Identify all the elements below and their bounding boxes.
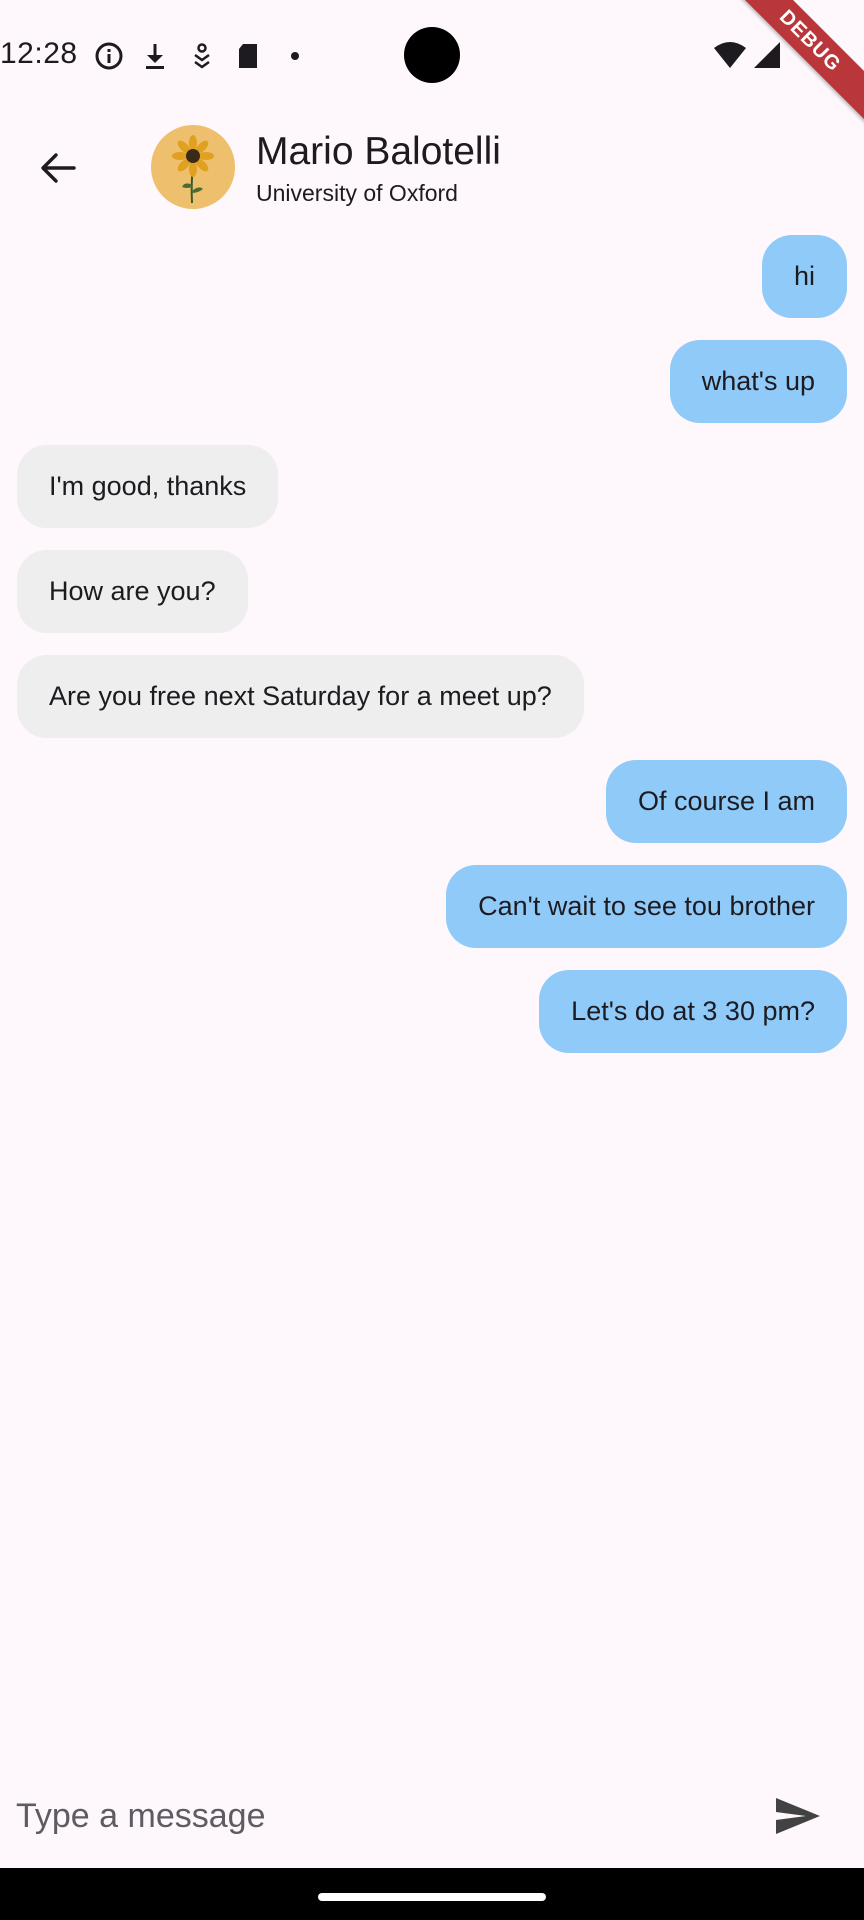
chat-screen: 12:28 DEBUG Mario Balotelli University o… — [0, 0, 864, 1920]
chat-header: Mario Balotelli University of Oxford — [0, 110, 864, 228]
message-row: Are you free next Saturday for a meet up… — [0, 655, 864, 760]
sent-message-bubble[interactable]: what's up — [669, 340, 847, 423]
send-icon — [776, 1798, 820, 1834]
dot-icon — [279, 40, 311, 72]
system-nav-bar — [0, 1868, 864, 1920]
message-row: I'm good, thanks — [0, 445, 864, 550]
signal-icon — [750, 40, 784, 72]
status-time: 12:28 — [0, 37, 78, 70]
sent-message-bubble[interactable]: Can't wait to see tou brother — [446, 865, 847, 948]
app-notification-icon — [186, 40, 218, 72]
message-row: Let's do at 3 30 pm? — [0, 970, 864, 1075]
sunflower-icon — [172, 135, 214, 204]
sent-message-bubble[interactable]: Let's do at 3 30 pm? — [539, 970, 847, 1053]
status-bar: 12:28 DEBUG — [0, 0, 864, 124]
sent-message-bubble[interactable]: Of course I am — [605, 760, 847, 843]
message-input[interactable] — [16, 1784, 736, 1848]
contact-name: Mario Balotelli — [256, 130, 501, 173]
sent-message-bubble[interactable]: hi — [761, 235, 847, 318]
contact-subtitle: University of Oxford — [256, 180, 458, 206]
received-message-bubble[interactable]: I'm good, thanks — [17, 445, 279, 528]
back-button[interactable] — [28, 138, 88, 198]
message-composer — [0, 1766, 864, 1868]
camera-cutout — [404, 27, 460, 83]
wifi-icon — [712, 40, 748, 72]
arrow-back-icon — [41, 153, 76, 183]
message-row: Of course I am — [0, 760, 864, 865]
sd-card-icon — [232, 40, 264, 72]
received-message-bubble[interactable]: How are you? — [17, 550, 248, 633]
info-icon — [93, 40, 125, 72]
message-row: Can't wait to see tou brother — [0, 865, 864, 970]
received-message-bubble[interactable]: Are you free next Saturday for a meet up… — [17, 655, 584, 738]
message-row: How are you? — [0, 550, 864, 655]
send-button[interactable] — [768, 1786, 828, 1846]
contact-avatar[interactable] — [151, 125, 235, 209]
message-list[interactable]: hi what's up I'm good, thanks How are yo… — [0, 235, 864, 1075]
message-row: what's up — [0, 340, 864, 445]
message-row: hi — [0, 235, 864, 340]
home-indicator[interactable] — [318, 1893, 546, 1901]
download-icon — [139, 40, 171, 72]
